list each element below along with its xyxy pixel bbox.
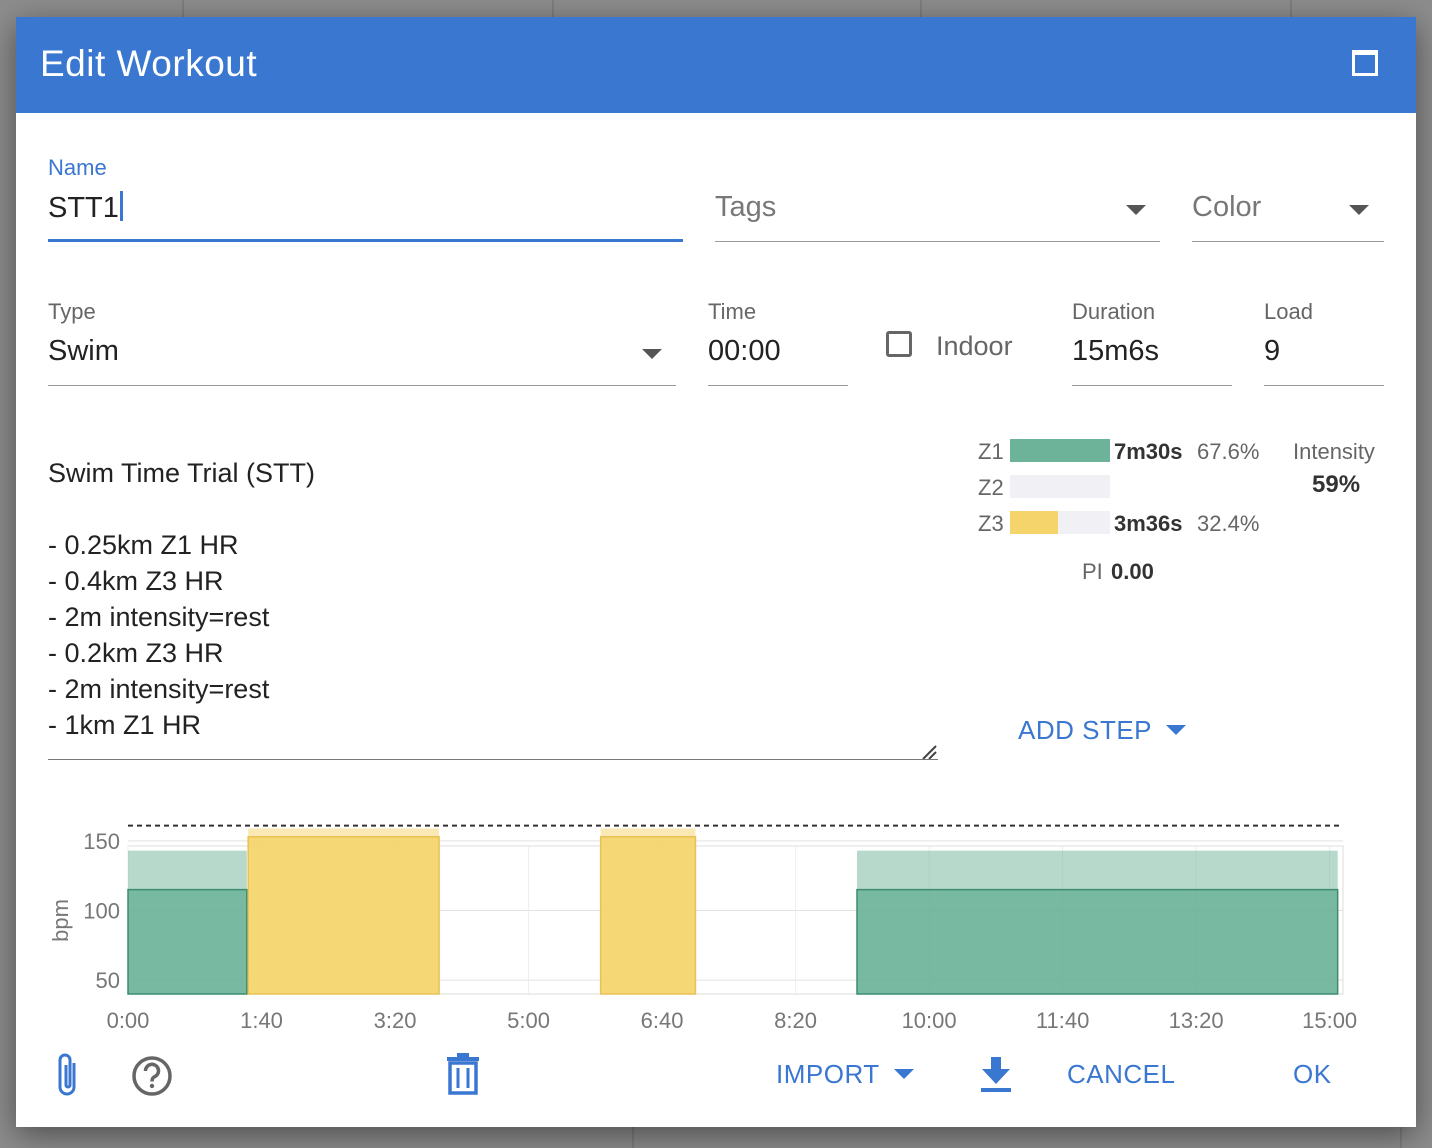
time-input[interactable]: 00:00 [708,335,781,368]
edit-workout-dialog: Edit Workout Name STT1 Tags Color Type S… [16,17,1416,1127]
time-label: Time [708,299,757,324]
duration-input[interactable]: 15m6s [1072,335,1159,368]
load-input[interactable]: 9 [1264,335,1280,368]
y-tick-label: 150 [83,829,120,854]
indoor-checkbox[interactable] [886,331,912,357]
intensity-label: Intensity [1293,439,1375,464]
type-underline [48,385,676,386]
step-bar-z1 [127,888,248,995]
description-textarea[interactable]: Swim Time Trial (STT) - 0.25km Z1 HR - 0… [48,455,938,755]
color-select[interactable]: Color [1192,191,1261,224]
download-icon[interactable] [980,1057,1012,1093]
name-underline [48,239,683,242]
dialog-title: Edit Workout [40,43,258,84]
background-divider [552,0,554,17]
tags-underline [715,241,1160,242]
zone-label-z3: Z3 [978,511,1004,536]
load-underline [1264,385,1384,386]
trash-icon[interactable] [446,1053,480,1095]
pi-label: PI [1082,559,1103,584]
zone-time-z3: 3m36s [1114,511,1183,536]
intensity-value: 59% [1312,471,1361,498]
type-label: Type [48,299,96,324]
y-tick-label: 100 [83,899,120,924]
import-label: IMPORT [776,1059,880,1089]
maximize-icon[interactable] [1352,50,1378,76]
x-tick-label: 13:20 [1169,1008,1224,1033]
ok-button[interactable]: OK [1293,1059,1332,1090]
add-step-button[interactable]: ADD STEP [1018,715,1187,746]
resize-grip-icon[interactable] [921,744,937,760]
help-circle-icon[interactable] [130,1054,174,1098]
step-bar-z3 [247,835,440,995]
name-label: Name [48,155,107,180]
step-bar-z3 [599,835,697,995]
time-underline [708,385,848,386]
zone-time-z1: 7m30s [1114,439,1183,464]
x-tick-label: 5:00 [507,1008,550,1033]
duration-label: Duration [1072,299,1156,324]
x-tick-label: 8:20 [774,1008,817,1033]
color-underline [1192,241,1384,242]
background-divider [920,0,922,17]
zone-bar-z1 [1010,439,1110,462]
tags-select[interactable]: Tags [715,191,776,224]
load-label: Load [1264,299,1313,324]
y-axis-label: bpm [48,899,73,942]
zone-label-z1: Z1 [978,439,1004,464]
cancel-button[interactable]: CANCEL [1067,1059,1175,1090]
paperclip-icon[interactable] [52,1051,84,1101]
background-divider [1290,0,1292,17]
color-dropdown-icon[interactable] [1349,205,1369,215]
dialog-titlebar: Edit Workout [16,17,1416,113]
zone-fill-z3 [1010,511,1058,534]
name-value: STT1 [48,192,119,224]
description-underline [48,759,938,760]
import-button[interactable]: IMPORT [776,1059,914,1090]
zone-bar-z3 [1010,511,1110,534]
background-divider [182,0,184,17]
pi-value: 0.00 [1111,559,1154,584]
step-bar-z1 [856,888,1339,995]
x-tick-label: 10:00 [902,1008,957,1033]
indoor-label: Indoor [936,331,1013,361]
zone-pct-z1: 67.6% [1197,439,1260,464]
name-input[interactable]: STT1 [48,191,682,225]
x-tick-label: 11:40 [1036,1008,1089,1033]
add-step-dropdown-icon [1166,725,1187,735]
zone-pct-z3: 32.4% [1197,511,1260,536]
zone-label-z2: Z2 [978,475,1004,500]
x-tick-label: 1:40 [240,1008,283,1033]
x-tick-label: 0:00 [107,1008,150,1033]
tags-dropdown-icon[interactable] [1126,205,1146,215]
y-tick-label: 50 [96,968,120,993]
text-cursor [119,191,123,221]
zone-bar-z2 [1010,475,1110,498]
import-dropdown-icon [893,1069,914,1079]
x-tick-label: 15:00 [1302,1008,1357,1033]
zone-fill-z1 [1010,439,1110,462]
background-divider [1400,1127,1402,1148]
type-dropdown-icon[interactable] [642,349,662,359]
type-select[interactable]: Swim [48,335,119,368]
x-tick-label: 6:40 [641,1008,684,1033]
background-divider [632,1127,634,1148]
duration-underline [1072,385,1232,386]
workout-chart: 50 100 150 0:00 1:40 3:20 5:00 6:40 8:20 10:00 11:… [48,824,1357,1033]
x-tick-label: 3:20 [374,1008,417,1033]
add-step-label: ADD STEP [1018,715,1153,745]
